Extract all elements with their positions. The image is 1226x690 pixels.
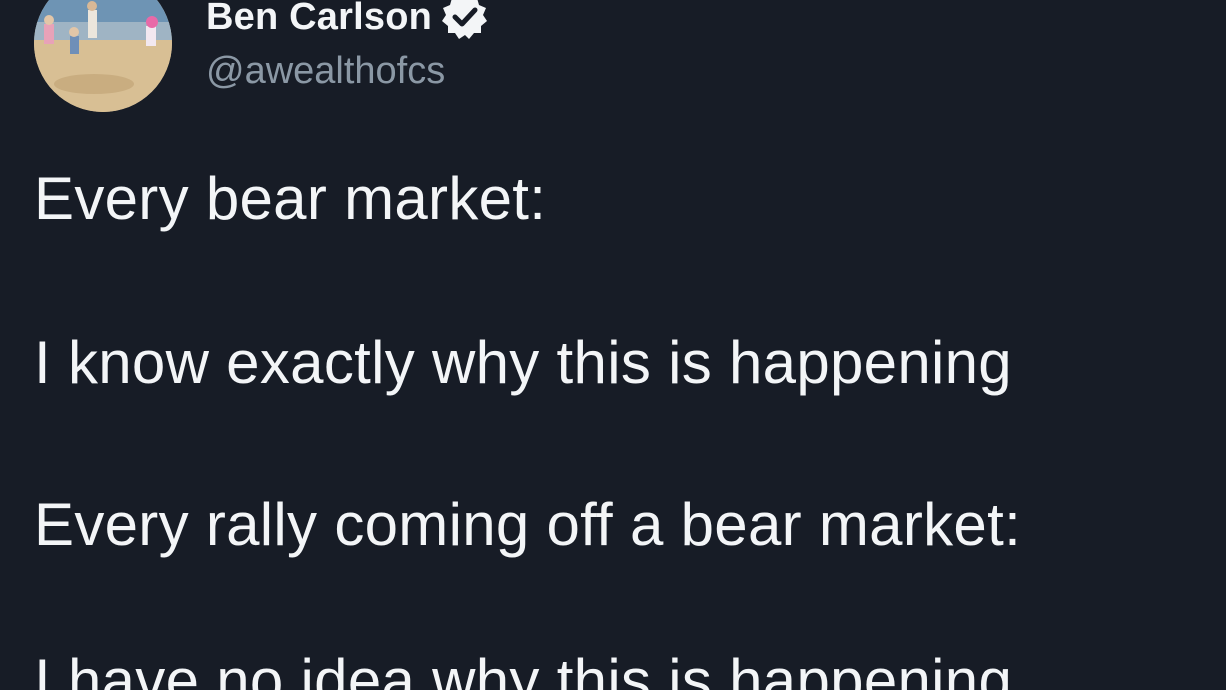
- verified-badge-icon: [440, 0, 490, 42]
- avatar-photo: [34, 0, 172, 112]
- author-display-name[interactable]: Ben Carlson: [206, 0, 432, 39]
- tweet-line-4: I have no idea why this is happening: [34, 647, 1013, 690]
- author-handle[interactable]: @awealthofcs: [206, 50, 445, 93]
- author-name-row: Ben Carlson: [206, 0, 490, 42]
- tweet-card: Ben Carlson @awealthofcs Every bear mark…: [0, 0, 1226, 690]
- tweet-line-2: I know exactly why this is happening: [34, 329, 1012, 396]
- avatar[interactable]: [34, 0, 172, 112]
- tweet-line-1: Every bear market:: [34, 165, 547, 232]
- tweet-line-3: Every rally coming off a bear market:: [34, 491, 1022, 558]
